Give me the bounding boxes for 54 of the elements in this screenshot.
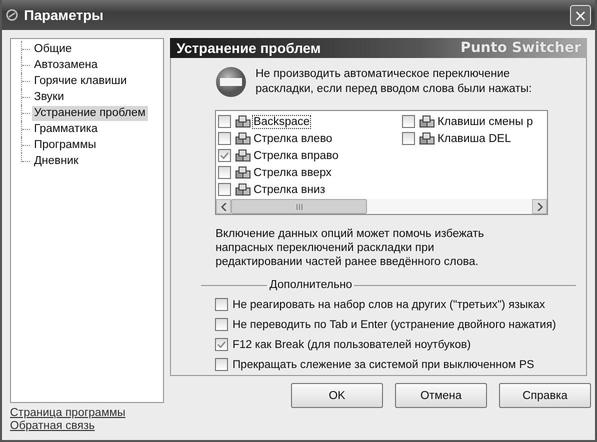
brand-label: Punto Switcher bbox=[460, 40, 581, 56]
key-label: Стрелка вправо bbox=[253, 150, 339, 162]
dialog-button[interactable]: Справка bbox=[499, 383, 591, 408]
key-label: Клавиша DEL bbox=[437, 132, 511, 144]
app-icon bbox=[6, 9, 18, 21]
keys-icon bbox=[235, 148, 252, 162]
key-label: Клавиши смены р bbox=[437, 116, 533, 128]
link[interactable]: Страница программы bbox=[10, 407, 126, 419]
intro-text: Не производить автоматическое переключение раскладки, если перед вводом слова были нажаты: bbox=[255, 67, 533, 97]
link[interactable]: Обратная связь bbox=[10, 420, 95, 432]
no-entry-icon bbox=[215, 66, 248, 98]
checkbox[interactable] bbox=[218, 149, 232, 162]
checkbox[interactable] bbox=[218, 132, 232, 145]
tree-item[interactable]: Дневник bbox=[32, 154, 80, 168]
keys-icon bbox=[235, 166, 252, 180]
keys-icon bbox=[235, 132, 252, 146]
key-label: Стрелка влево bbox=[253, 132, 332, 144]
key-label: Backspace bbox=[253, 116, 310, 128]
dialog-button[interactable]: Отмена bbox=[395, 383, 487, 408]
checkbox[interactable] bbox=[402, 115, 416, 128]
panel-title: Устранение проблем bbox=[176, 40, 321, 56]
checkbox[interactable] bbox=[215, 318, 228, 331]
option-label: Не переводить по Tab и Enter (устранение двойного нажатия) bbox=[232, 318, 556, 330]
note-text: Включение данных опций может помочь избежать напрасных переключений раскладки при редактировании частей ранее введённого слова. bbox=[215, 227, 485, 269]
tree-item[interactable]: Устранение проблем bbox=[32, 106, 148, 120]
option-label: Прекращать слежение за системой при выключенном PS bbox=[232, 358, 534, 370]
group-title: Дополнительно bbox=[269, 279, 352, 291]
checkbox[interactable] bbox=[215, 358, 228, 371]
tree-item[interactable]: Автозамена bbox=[32, 58, 100, 72]
checkbox[interactable] bbox=[218, 166, 232, 179]
close-button[interactable]: × bbox=[570, 4, 591, 26]
key-label: Стрелка вверх bbox=[253, 166, 332, 178]
tree-item[interactable]: Горячие клавиши bbox=[32, 74, 129, 88]
checkbox[interactable] bbox=[215, 298, 228, 311]
option-label: Не реагировать на набор слов на других ("третьих") языках bbox=[232, 298, 545, 310]
tree-item[interactable]: Программы bbox=[32, 138, 98, 152]
tree-item[interactable]: Общие bbox=[32, 42, 74, 56]
dialog-button[interactable]: OK bbox=[291, 383, 383, 408]
option-label: F12 как Break (для пользователей ноутбуков) bbox=[232, 338, 471, 350]
key-label: Стрелка вниз bbox=[253, 184, 326, 196]
checkbox[interactable] bbox=[218, 115, 232, 128]
keys-icon bbox=[419, 132, 436, 146]
checkbox[interactable] bbox=[215, 338, 228, 351]
tree-item[interactable]: Грамматика bbox=[32, 122, 100, 136]
tree-item[interactable]: Звуки bbox=[32, 90, 66, 104]
keys-icon bbox=[419, 114, 436, 128]
checkbox[interactable] bbox=[218, 183, 232, 196]
checkbox[interactable] bbox=[402, 132, 416, 145]
window-title: Параметры bbox=[24, 7, 105, 23]
grip-icon bbox=[296, 204, 303, 210]
key-list[interactable]: Backspace Стрелка влево Стрелка вправо Стрелка вверх Стрелка вниз Клавиши смены р Клавиша DEL bbox=[215, 110, 548, 215]
keys-icon bbox=[235, 114, 252, 128]
keys-icon bbox=[235, 182, 252, 196]
horizontal-scrollbar[interactable] bbox=[216, 199, 548, 214]
